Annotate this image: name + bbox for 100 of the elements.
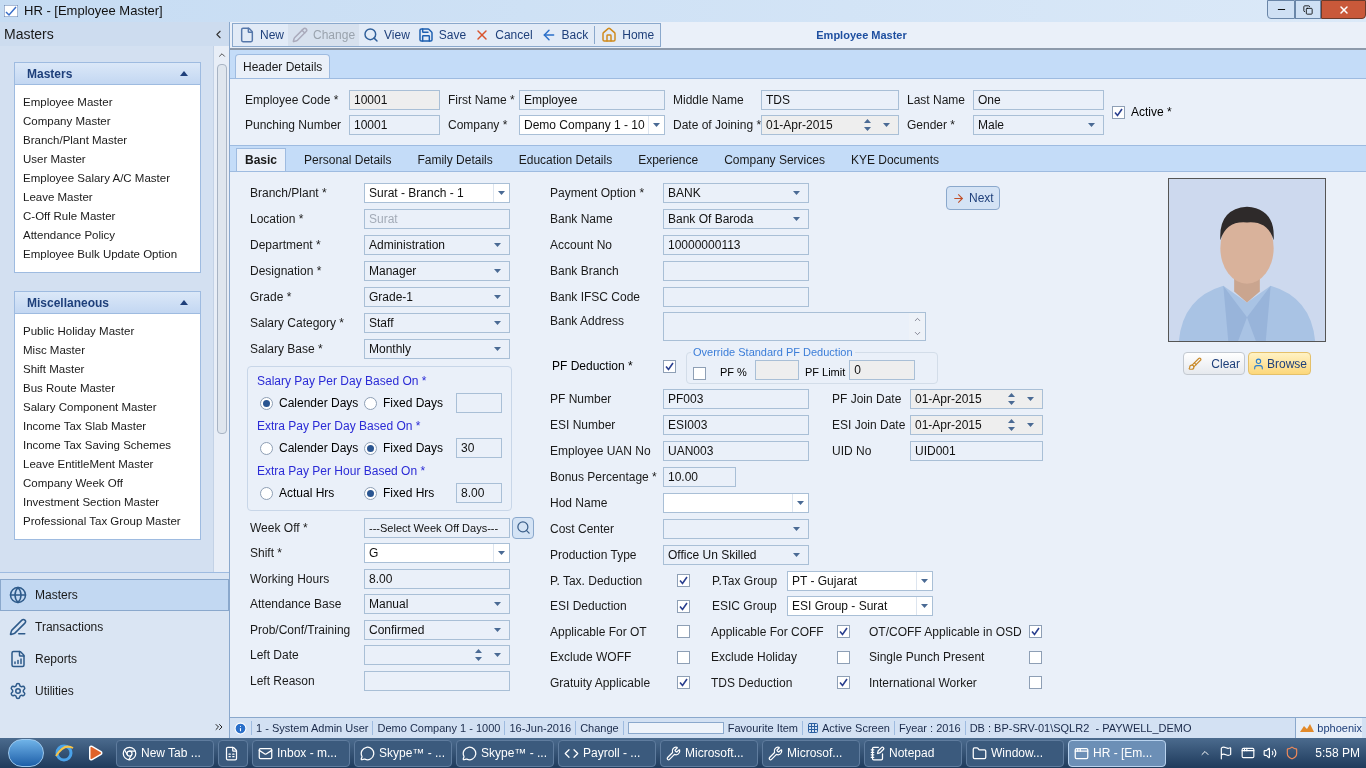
dropdown[interactable]: G bbox=[364, 543, 510, 564]
text-field[interactable]: 10001 bbox=[349, 114, 440, 135]
dropdown[interactable]: Office Un Skilled bbox=[663, 545, 809, 565]
toolbar-button[interactable]: Save bbox=[413, 24, 471, 46]
checkbox[interactable] bbox=[677, 650, 690, 664]
toolbar-button[interactable]: Back bbox=[536, 24, 593, 46]
text-field[interactable]: ---Select Week Off Days--- bbox=[364, 517, 510, 538]
sidebar-item[interactable]: C-Off Rule Master bbox=[23, 207, 181, 226]
sidebar-item[interactable]: Employee Bulk Update Option bbox=[23, 245, 181, 264]
checkbox[interactable] bbox=[663, 359, 676, 373]
text-field[interactable] bbox=[663, 287, 809, 307]
radio-button[interactable] bbox=[260, 396, 273, 410]
dropdown[interactable]: Confirmed bbox=[364, 619, 510, 640]
text-field[interactable]: 8.00 bbox=[456, 483, 502, 503]
checkbox[interactable] bbox=[1029, 676, 1042, 690]
checkbox[interactable] bbox=[1029, 625, 1042, 639]
dropdown[interactable]: Staff bbox=[364, 313, 510, 333]
sidebar-item[interactable]: Leave EntitleMent Master bbox=[23, 455, 181, 474]
dropdown[interactable]: Surat - Branch - 1 bbox=[364, 183, 510, 203]
sidebar-item[interactable]: Employee Salary A/C Master bbox=[23, 169, 181, 188]
taskbar-button[interactable]: Microsoft... bbox=[660, 739, 758, 767]
radio-button[interactable] bbox=[260, 441, 273, 455]
tab[interactable]: Personal Details bbox=[296, 148, 400, 171]
sidebar-item[interactable]: Public Holiday Master bbox=[23, 322, 181, 341]
radio-button[interactable] bbox=[260, 486, 273, 500]
taskbar-button[interactable] bbox=[218, 739, 248, 767]
date-field[interactable]: 01-Apr-2015 bbox=[910, 389, 1043, 409]
sidebar-item[interactable]: Attendance Policy bbox=[23, 226, 181, 245]
tab[interactable]: Company Services bbox=[716, 148, 833, 171]
text-field[interactable]: PF003 bbox=[663, 389, 809, 409]
tab[interactable]: Education Details bbox=[510, 148, 621, 171]
tab[interactable]: Basic bbox=[236, 148, 287, 171]
text-field[interactable]: 8.00 bbox=[364, 568, 510, 589]
nav-item[interactable]: Masters bbox=[0, 579, 229, 611]
taskbar-button[interactable]: Window... bbox=[966, 739, 1064, 767]
taskbar-button[interactable]: Skype™ - ... bbox=[354, 739, 452, 767]
dropdown[interactable]: Grade-1 bbox=[364, 287, 510, 307]
tab[interactable]: KYE Documents bbox=[842, 148, 947, 171]
radio-button[interactable] bbox=[364, 486, 377, 500]
flag-icon[interactable] bbox=[1219, 746, 1234, 760]
text-field[interactable]: Employee bbox=[519, 89, 665, 110]
clear-button[interactable]: Clear bbox=[1183, 352, 1245, 375]
next-button[interactable]: Next bbox=[946, 186, 1000, 210]
taskbar-button[interactable]: Microsof... bbox=[762, 739, 860, 767]
text-field[interactable]: 10001 bbox=[349, 89, 440, 110]
sidebar-item[interactable]: Shift Master bbox=[23, 360, 181, 379]
scroll-up-icon[interactable] bbox=[216, 50, 227, 60]
toolbar-button[interactable]: Home bbox=[597, 24, 659, 46]
nav-item[interactable]: Utilities bbox=[0, 675, 229, 707]
tab[interactable]: Header Details bbox=[235, 54, 331, 78]
media-icon[interactable] bbox=[86, 744, 104, 762]
text-field[interactable] bbox=[364, 670, 510, 691]
nav-item[interactable]: Reports bbox=[0, 643, 229, 675]
checkbox[interactable] bbox=[837, 676, 850, 690]
close-button[interactable] bbox=[1321, 0, 1366, 19]
checkbox[interactable] bbox=[837, 650, 850, 664]
sidebar-item[interactable]: Professional Tax Group Master bbox=[23, 512, 181, 531]
dropdown[interactable]: Manager bbox=[364, 261, 510, 281]
checkbox[interactable] bbox=[1029, 650, 1042, 664]
checkbox[interactable] bbox=[677, 676, 690, 690]
checkbox[interactable] bbox=[837, 625, 850, 639]
text-field[interactable] bbox=[663, 261, 809, 281]
tab[interactable]: Experience bbox=[630, 148, 707, 171]
checkbox[interactable] bbox=[677, 625, 690, 639]
text-field[interactable]: UID001 bbox=[910, 441, 1043, 461]
start-button[interactable] bbox=[8, 739, 44, 767]
checkbox[interactable] bbox=[1112, 105, 1125, 119]
dropdown[interactable]: Administration bbox=[364, 235, 510, 255]
checkbox[interactable] bbox=[677, 574, 690, 588]
nav-item[interactable]: Transactions bbox=[0, 611, 229, 643]
dropdown[interactable]: Monthly bbox=[364, 339, 510, 359]
text-field[interactable]: ESI003 bbox=[663, 415, 809, 435]
dropdown[interactable]: ESI Group - Surat bbox=[787, 596, 933, 617]
more-icon[interactable] bbox=[213, 721, 225, 733]
toolbar-button[interactable]: New bbox=[235, 24, 288, 46]
text-field[interactable]: 0 bbox=[849, 360, 916, 380]
spin-icon[interactable] bbox=[475, 649, 482, 662]
spin-icon[interactable] bbox=[864, 118, 871, 131]
toolbar-button[interactable]: Cancel bbox=[470, 24, 537, 46]
dropdown[interactable]: PT - Gujarat bbox=[787, 570, 933, 591]
taskbar-button[interactable]: Notepad bbox=[864, 739, 962, 767]
checkbox[interactable] bbox=[677, 599, 690, 613]
text-field[interactable] bbox=[754, 360, 799, 380]
text-field[interactable]: UAN003 bbox=[663, 441, 809, 461]
dropdown[interactable]: BANK bbox=[663, 183, 809, 203]
text-field[interactable]: TDS bbox=[761, 89, 899, 110]
browse-button[interactable]: Browse bbox=[1248, 352, 1311, 375]
text-field[interactable] bbox=[456, 393, 502, 413]
sidebar-item[interactable]: User Master bbox=[23, 150, 181, 169]
radio-button[interactable] bbox=[364, 396, 377, 410]
sidebar-item[interactable]: Company Week Off bbox=[23, 474, 181, 493]
tab[interactable]: Family Details bbox=[409, 148, 501, 171]
spin-icon[interactable] bbox=[1008, 419, 1015, 431]
toolbar-button[interactable]: View bbox=[359, 24, 414, 46]
text-field[interactable]: 10.00 bbox=[663, 467, 736, 487]
date-field[interactable]: 01-Apr-2015 bbox=[910, 415, 1043, 435]
spin-icon[interactable] bbox=[1008, 393, 1015, 405]
taskbar-button[interactable]: Inbox - m... bbox=[252, 739, 350, 767]
radio-button[interactable] bbox=[364, 441, 377, 455]
dropdown[interactable]: Male bbox=[973, 114, 1104, 135]
